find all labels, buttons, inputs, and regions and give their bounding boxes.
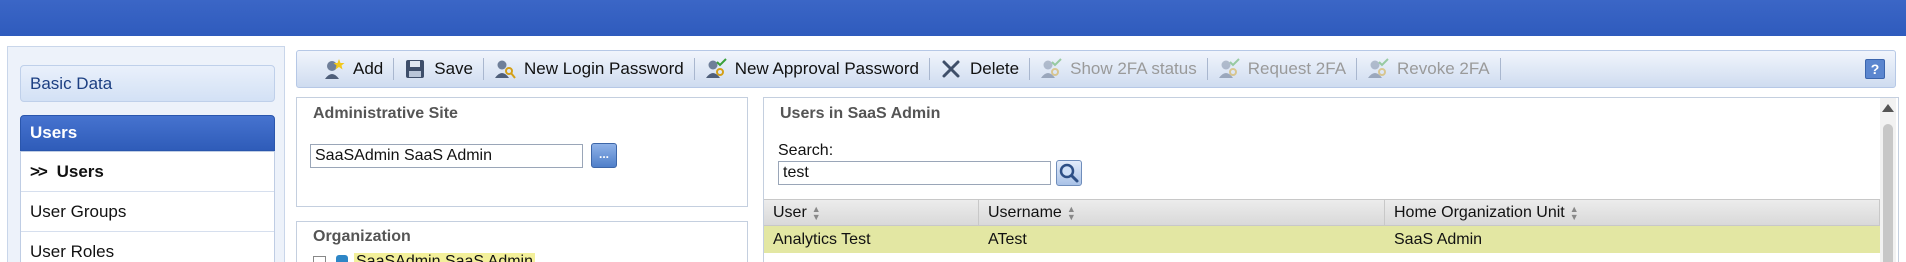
new-approval-password-label: New Approval Password xyxy=(734,59,919,78)
sidebar-section-users[interactable]: Users xyxy=(20,115,275,151)
toolbar-separator xyxy=(693,58,695,80)
delete-x-icon xyxy=(942,60,960,78)
column-header-home-organization-unit[interactable]: Home Organization Unit ▲ ▼ xyxy=(1385,200,1880,225)
user-check-key-icon xyxy=(705,58,727,78)
sidebar: Basic Data Users >> Users User Groups Us… xyxy=(7,46,285,262)
browse-site-button[interactable]: ... xyxy=(591,143,617,168)
search-label: Search: xyxy=(778,142,834,159)
double-chevron-right-icon: >> xyxy=(30,162,48,181)
toolbar-separator xyxy=(393,58,395,80)
save-button-label: Save xyxy=(434,59,473,78)
cell-user: Analytics Test xyxy=(773,230,871,248)
add-user-icon xyxy=(325,59,345,79)
users-table: User ▲ ▼ Username ▲ ▼ Home Organization Un… xyxy=(764,199,1880,253)
sidebar-item-user-groups[interactable]: User Groups xyxy=(21,192,274,232)
help-button[interactable]: ? xyxy=(1865,59,1885,79)
toolbar-separator xyxy=(483,58,484,80)
new-login-password-button[interactable]: New Login Password xyxy=(494,58,684,80)
magnifier-icon xyxy=(1059,163,1079,183)
user-2fa-icon xyxy=(1218,58,1240,78)
administrative-site-title: Administrative Site xyxy=(313,105,458,122)
vertical-scrollbar[interactable] xyxy=(1880,98,1896,262)
organization-panel: Organization SaaSAdmin SaaS Admin xyxy=(296,221,748,262)
sidebar-users-list: >> Users User Groups User Roles xyxy=(20,151,275,262)
sidebar-section-basic-data[interactable]: Basic Data xyxy=(20,65,275,102)
sort-icon: ▲ ▼ xyxy=(1569,203,1579,222)
toolbar-separator xyxy=(928,58,930,80)
sidebar-item-users[interactable]: >> Users xyxy=(21,152,274,192)
show-2fa-status-label: Show 2FA status xyxy=(1070,59,1197,78)
new-approval-password-button[interactable]: New Approval Password xyxy=(705,58,919,80)
organization-tree-node[interactable]: SaaSAdmin SaaS Admin xyxy=(313,253,535,262)
table-header: User ▲ ▼ Username ▲ ▼ Home Organization Un… xyxy=(764,199,1880,226)
users-panel-title: Users in SaaS Admin xyxy=(780,105,941,122)
revoke-2fa-label: Revoke 2FA xyxy=(1397,59,1490,78)
new-login-password-label: New Login Password xyxy=(524,59,684,78)
users-panel: Users in SaaS Admin Search: User ▲▼ User… xyxy=(763,97,1899,262)
delete-button[interactable]: Delete xyxy=(940,58,1019,80)
sidebar-item-label: User Groups xyxy=(30,202,127,221)
toolbar-separator xyxy=(1499,58,1501,80)
scroll-up-arrow-icon[interactable] xyxy=(1882,104,1894,112)
administrative-site-field[interactable] xyxy=(310,144,583,168)
column-header-username[interactable]: Username ▲ ▼ xyxy=(979,200,1385,225)
search-button[interactable] xyxy=(1056,160,1082,186)
organization-title: Organization xyxy=(313,228,411,245)
administrative-site-panel: Administrative Site ... xyxy=(296,97,748,207)
revoke-2fa-button[interactable]: Revoke 2FA xyxy=(1367,58,1490,80)
column-header-user[interactable]: User ▲ ▼ xyxy=(764,200,979,225)
request-2fa-button[interactable]: Request 2FA xyxy=(1218,58,1346,80)
toolbar-separator xyxy=(1029,58,1031,80)
user-key-icon xyxy=(495,60,516,79)
search-input[interactable] xyxy=(778,161,1051,185)
tree-node-checkbox[interactable] xyxy=(313,255,326,262)
floppy-disk-icon xyxy=(406,60,425,78)
cell-home-organization-unit: SaaS Admin xyxy=(1394,230,1483,248)
request-2fa-label: Request 2FA xyxy=(1247,59,1347,78)
add-button-label: Add xyxy=(353,59,384,78)
show-2fa-status-button[interactable]: Show 2FA status xyxy=(1040,58,1197,80)
toolbar: Add Save New Login Password New Approval… xyxy=(296,50,1896,88)
sidebar-item-label: User Roles xyxy=(30,242,115,261)
delete-button-label: Delete xyxy=(969,59,1020,78)
sort-icon: ▲ ▼ xyxy=(811,203,821,222)
table-row[interactable]: Analytics Test ATest SaaS Admin xyxy=(764,226,1880,253)
save-button[interactable]: Save xyxy=(404,58,473,80)
top-header-bar xyxy=(0,0,1906,36)
user-2fa-icon xyxy=(1041,58,1062,78)
toolbar-separator xyxy=(1356,58,1358,80)
cell-username: ATest xyxy=(988,230,1027,248)
toolbar-separator xyxy=(1206,58,1208,80)
add-button[interactable]: Add xyxy=(323,58,383,80)
organization-node-label[interactable]: SaaSAdmin SaaS Admin xyxy=(354,253,535,262)
sidebar-item-user-roles[interactable]: User Roles xyxy=(21,232,274,262)
user-2fa-icon xyxy=(1368,58,1389,78)
scroll-thumb[interactable] xyxy=(1883,124,1893,262)
sort-icon: ▲ ▼ xyxy=(1066,203,1076,222)
sidebar-item-label: Users xyxy=(56,162,104,181)
organization-node-icon xyxy=(336,255,348,262)
